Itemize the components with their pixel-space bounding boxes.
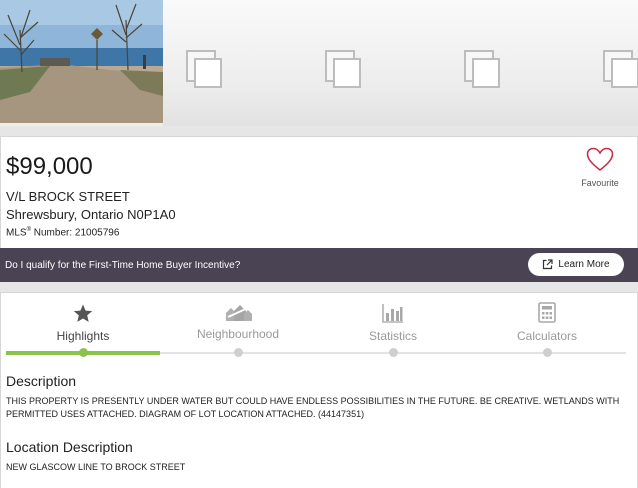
mls-number: MLS® Number: 21005796 [6, 227, 119, 238]
incentive-banner: Do I qualify for the First-Time Home Buy… [0, 248, 638, 282]
learn-more-button[interactable]: Learn More [528, 253, 624, 276]
photo-placeholder-icon[interactable] [603, 50, 638, 88]
favourite-label: Favourite [581, 178, 619, 188]
mls-number-value: 21005796 [74, 227, 120, 239]
tab-calculators[interactable]: Calculators [482, 301, 612, 343]
incentive-question: Do I qualify for the First-Time Home Buy… [5, 260, 241, 271]
tab-highlights[interactable]: Highlights [18, 301, 148, 343]
star-icon [73, 304, 93, 322]
photo-placeholder-icon[interactable] [464, 50, 500, 88]
location-text: NEW GLASCOW LINE TO BROCK STREET [6, 462, 186, 472]
tab-dot-calculators[interactable] [543, 348, 552, 357]
tab-highlights-label: Highlights [56, 329, 110, 343]
tab-dot-statistics[interactable] [389, 348, 398, 357]
description-heading: Description [6, 373, 77, 389]
tab-calculators-label: Calculators [516, 329, 578, 343]
external-link-icon [543, 259, 554, 270]
tab-dot-highlights[interactable] [79, 348, 88, 357]
listing-price: $99,000 [6, 153, 93, 180]
mls-label: Number: [30, 227, 75, 239]
heart-icon [586, 147, 614, 172]
tab-neighbourhood-label: Neighbourhood [196, 327, 280, 341]
listing-city: Shrewsbury, Ontario N0P1A0 [6, 207, 176, 222]
photo-placeholder-icon[interactable] [325, 50, 361, 88]
location-heading: Location Description [6, 439, 133, 455]
gallery-background [163, 0, 638, 126]
listing-details: Highlights Neighbourhood Statistics Calc… [0, 292, 638, 488]
listing-summary: $99,000 V/L BROCK STREET Shrewsbury, Ont… [0, 136, 638, 249]
calculator-icon [538, 302, 556, 323]
description-text: THIS PROPERTY IS PRESENTLY UNDER WATER B… [6, 396, 620, 419]
photo-gallery [0, 0, 638, 126]
tab-statistics[interactable]: Statistics [328, 301, 458, 343]
tab-dot-neighbourhood[interactable] [234, 348, 243, 357]
main-photo[interactable] [0, 0, 163, 123]
neighbourhood-icon [226, 305, 252, 321]
favourite-button[interactable]: Favourite [575, 147, 625, 188]
bar-chart-icon [382, 304, 403, 323]
mls-prefix: MLS [6, 227, 27, 239]
tab-neighbourhood[interactable]: Neighbourhood [173, 301, 303, 341]
listing-street: V/L BROCK STREET [6, 189, 130, 204]
learn-more-label: Learn More [558, 259, 610, 270]
photo-placeholder-icon[interactable] [186, 50, 222, 88]
tab-statistics-label: Statistics [368, 329, 417, 343]
